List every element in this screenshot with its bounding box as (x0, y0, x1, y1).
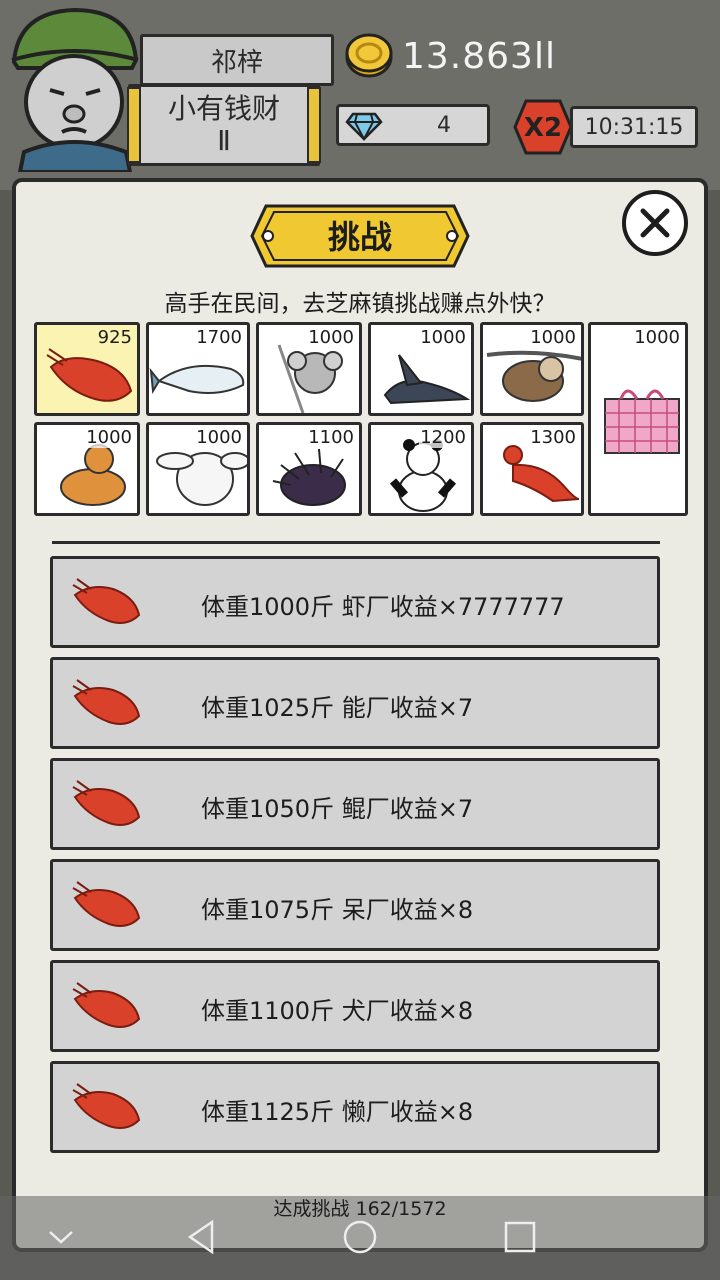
animal-tile-panda[interactable]: 1200 (368, 422, 474, 516)
challenge-row[interactable]: 体重1050斤 鲲厂收益×7 (50, 758, 660, 850)
shrimp-icon (72, 881, 141, 927)
challenge-row[interactable]: 体重1100斤 犬厂收益×8 (50, 960, 660, 1052)
multiplier-label: X2 (524, 113, 562, 143)
chevron-down-icon[interactable] (46, 1218, 76, 1258)
rank-title: 小有钱财Ⅱ (167, 92, 280, 157)
challenge-text: 体重1075斤 呆厂收益×8 (201, 896, 474, 924)
shrimp-icon (72, 1083, 141, 1129)
animal-tile-fish[interactable]: 1700 (146, 322, 250, 416)
challenge-row[interactable]: 体重1025斤 能厂收益×7 (50, 657, 660, 749)
bag-icon (604, 389, 680, 454)
coin-amount: 13.863ll (402, 36, 556, 77)
animal-cost: 1100 (307, 427, 355, 448)
animal-cost: 1000 (633, 327, 681, 348)
animal-cost: 1000 (85, 427, 133, 448)
sign-post-right (307, 87, 321, 163)
challenge-text: 体重1050斤 鲲厂收益×7 (201, 795, 474, 823)
challenge-row[interactable]: 体重1075斤 呆厂收益×8 (50, 859, 660, 951)
shrimp-icon (72, 679, 141, 725)
animal-tile-cat[interactable]: 1000 (34, 422, 140, 516)
gem-amount: 4 (437, 113, 451, 138)
animal-cost: 1000 (529, 327, 577, 348)
list-divider (52, 538, 660, 544)
close-button[interactable] (622, 190, 688, 256)
challenge-text: 体重1025斤 能厂收益×7 (201, 694, 474, 722)
rank-title-sign: 小有钱财Ⅱ (127, 84, 321, 166)
animal-tile-wolf[interactable]: 1000 (368, 322, 474, 416)
shrimp-icon (72, 982, 141, 1028)
animal-cost: 1000 (307, 327, 355, 348)
animal-cost: 1000 (419, 327, 467, 348)
x2-multiplier-icon[interactable]: X2 (512, 98, 574, 156)
coin-icon (345, 33, 393, 78)
diamond-icon (345, 112, 383, 141)
gem-counter[interactable]: 4 (336, 104, 490, 146)
sign-post-left (127, 87, 141, 163)
challenge-text: 体重1000斤 虾厂收益×7777777 (201, 593, 565, 621)
animal-tile-porcupine[interactable]: 1100 (256, 422, 362, 516)
animal-cost: 1200 (419, 427, 467, 448)
animal-tile-rabbit[interactable]: 1000 (146, 422, 250, 516)
challenge-text: 体重1125斤 懒厂收益×8 (201, 1098, 474, 1126)
back-icon[interactable] (184, 1218, 218, 1258)
recents-icon[interactable] (502, 1218, 538, 1258)
panel-subtitle: 高手在民间，去芝麻镇挑战赚点外快？ (164, 291, 556, 317)
shrimp-icon (72, 578, 141, 624)
animal-cost: 1000 (195, 427, 243, 448)
close-icon (640, 208, 670, 238)
animal-cost: 1300 (529, 427, 577, 448)
timer: 10:31:15 (570, 106, 698, 148)
animal-tile-sloth[interactable]: 1000 (480, 322, 584, 416)
challenge-row[interactable]: 体重1125斤 懒厂收益×8 (50, 1061, 660, 1153)
home-icon[interactable] (340, 1218, 380, 1258)
challenge-progress: 达成挑战 162/1572 (273, 1198, 447, 1220)
shrimp-icon (72, 780, 141, 826)
player-name: 祁梓 (140, 34, 334, 86)
panel-title: 挑战 (327, 218, 392, 256)
challenge-text: 体重1100斤 犬厂收益×8 (201, 997, 474, 1025)
challenge-row[interactable]: 体重1000斤 虾厂收益×7777777 (50, 556, 660, 648)
animal-cost: 1700 (195, 327, 243, 348)
animal-tile-koala[interactable]: 1000 (256, 322, 362, 416)
animal-tile-shrimp[interactable]: 925 (34, 322, 140, 416)
animal-cost: 925 (97, 327, 132, 348)
avatar[interactable] (4, 2, 144, 172)
animal-tile-lobster[interactable]: 1300 (480, 422, 584, 516)
animal-tile-bag[interactable]: 1000 (588, 322, 688, 516)
